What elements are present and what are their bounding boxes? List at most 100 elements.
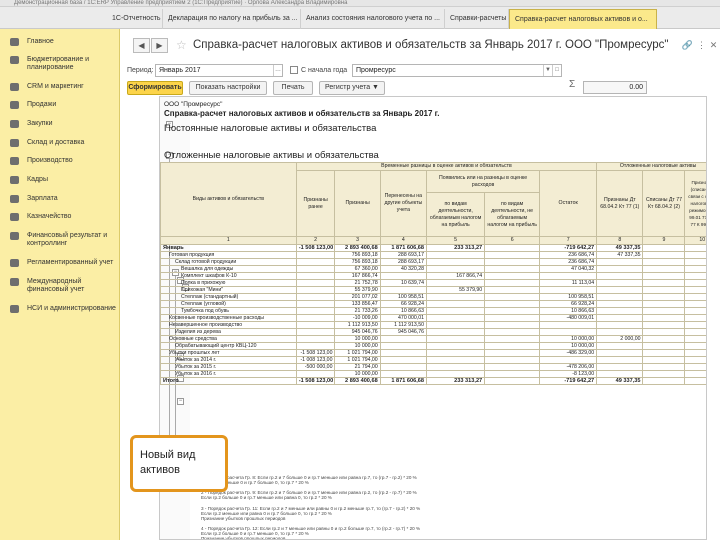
header-recognized: Признаны [334, 170, 381, 237]
cell-value [684, 286, 706, 294]
tab-calculations[interactable]: Справки-расчеты [445, 9, 509, 29]
header-recognized-earlier: Признаны ранее [295, 170, 336, 237]
print-button[interactable]: Печать [273, 81, 313, 95]
cell-value: 55 379,90 [426, 286, 486, 294]
production-icon [10, 157, 19, 165]
cell-value [484, 258, 541, 266]
period-label: Период: [127, 67, 154, 74]
register-button[interactable]: Регистр учета ▼ [319, 81, 385, 95]
generate-button[interactable]: Сформировать [127, 81, 183, 95]
sidebar-item-label: Зарплата [27, 195, 58, 202]
cell-value [684, 321, 706, 329]
table-row[interactable]: Косвенные производственные расходы -10 00… [160, 314, 706, 322]
cell-value [596, 370, 644, 378]
cell-value [295, 321, 336, 329]
register-button-label: Регистр учета [325, 84, 371, 91]
cell-value [642, 335, 686, 343]
cell-value [426, 363, 486, 371]
cell-value: 2 000,00 [596, 335, 644, 343]
table-row[interactable]: Основные средства 10 000,00 10 000,00 2 000… [160, 335, 706, 343]
table-row[interactable]: Незавершенное производство 1 112 913,50 1 … [160, 321, 706, 329]
header-taxable: по видам деятельности, облагаемым налого… [426, 192, 486, 237]
table-row[interactable]: Вешалка для одежды 67 360,00 40 320,28 47 0… [160, 265, 706, 273]
tab-reporting[interactable]: 1С-Отчетность [107, 9, 163, 29]
col-num: 3 [334, 236, 381, 245]
sidebar-item-label: НСИ и администрирование [27, 305, 116, 312]
cell-value: 2 893 400,68 [334, 377, 381, 385]
col-num: 5 [426, 236, 486, 245]
cell-value [484, 244, 541, 252]
chevron-down-icon[interactable]: ▼ [543, 65, 552, 76]
table-row[interactable]: Убыток за 2016 г. 10 000,00 -8 123,00 [160, 370, 706, 378]
forward-button[interactable]: ▶ [151, 38, 168, 53]
cell-value: -480 009,01 [539, 314, 598, 322]
table-row[interactable]: Итого -1 508 123,00 2 893 400,68 1 871 606,… [160, 377, 706, 385]
cell-value [379, 370, 428, 378]
cell-value [484, 377, 541, 385]
table-row[interactable]: Обрабатывающий центр КВЦ-120 10 000,00 10 … [160, 342, 706, 350]
show-settings-button[interactable]: Показать настройки [189, 81, 267, 95]
cell-value [596, 349, 644, 357]
cell-value [642, 349, 686, 357]
table-row[interactable]: Комплект шкафов К-10 167 866,74 167 866,74 [160, 272, 706, 280]
table-row[interactable]: Январь -1 508 123,00 2 893 400,68 1 871 606… [160, 244, 706, 252]
report-spreadsheet[interactable]: − − − − − − − − ООО "Промресурс" Справка… [159, 96, 707, 540]
link-icon[interactable]: 🔗 [681, 38, 694, 52]
organization-field[interactable]: Промресурс ▼ □ [352, 64, 562, 77]
cell-value: 10 639,74 [379, 279, 428, 287]
cell-value [426, 265, 486, 273]
chart-icon [10, 232, 19, 240]
table-row[interactable]: Убытки прошлых лет -1 508 123,00 1 021 794… [160, 349, 706, 357]
cell-value [295, 265, 336, 273]
table-row[interactable]: Готовая продукция 756 893,18 288 693,17 236… [160, 251, 706, 259]
cell-value [642, 328, 686, 336]
col-num: 4 [379, 236, 428, 245]
header-special-regime: Признаны (списаны в связи с спец. налого… [684, 170, 706, 237]
cell-value [484, 328, 541, 336]
cell-value [684, 300, 706, 308]
cell-value [684, 251, 706, 259]
globe-icon [10, 278, 19, 286]
cell-value [484, 286, 541, 294]
cell-value: -486 329,00 [539, 349, 598, 357]
tab-bar-blank [0, 7, 105, 29]
table-row[interactable]: Стеллаж (стандартный) 201 077,02 100 958,5… [160, 293, 706, 301]
cell-value [484, 370, 541, 378]
table-row[interactable]: Стеллаж (угловой) 133 856,47 66 928,24 66 9… [160, 300, 706, 308]
row-label: Склад готовой продукции [160, 258, 297, 266]
ellipsis-icon[interactable]: … [273, 65, 282, 76]
cell-value: 10 000,00 [334, 342, 381, 350]
close-icon[interactable]: ✕ [707, 38, 720, 52]
tab-tax-accounting-analysis[interactable]: Анализ состояния налогового учета по ... [301, 9, 445, 29]
table-row[interactable]: Убыток за 2014 г. -1 008 123,00 1 021 794,… [160, 356, 706, 364]
people-icon [10, 176, 19, 184]
open-icon[interactable]: □ [552, 65, 561, 76]
tab-tax-assets-report[interactable]: Справка-расчет налоговых активов и о... [509, 9, 657, 29]
cell-value [426, 356, 486, 364]
table-row[interactable]: Тумбочка под обувь 21 733,26 10 866,63 10 8… [160, 307, 706, 315]
from-year-checkbox[interactable] [290, 66, 298, 74]
table-row[interactable]: Убыток за 2015 г. -500 000,00 21 794,00 -47… [160, 363, 706, 371]
accounting-icon [10, 259, 19, 267]
header-rec-dt: Признаны Дт 68.04.2 Кт 77 (1) [596, 170, 644, 237]
report-organization: ООО "Промресурс" [164, 101, 223, 108]
cell-value [295, 279, 336, 287]
back-button[interactable]: ◀ [133, 38, 150, 53]
table-row[interactable]: Склад готовой продукции 756 893,18 288 693… [160, 258, 706, 266]
period-field[interactable]: Январь 2017… [155, 64, 283, 77]
cell-value [426, 251, 486, 259]
cell-value [596, 307, 644, 315]
table-row[interactable]: Полка в прихожую 21 752,78 10 639,74 11 113… [160, 279, 706, 287]
cell-value [484, 321, 541, 329]
cell-value [642, 356, 686, 364]
tab-profit-tax-declaration[interactable]: Декларация по налогу на прибыль за ... [163, 9, 301, 29]
cell-value: 40 320,28 [379, 265, 428, 273]
cell-value [539, 356, 598, 364]
table-row[interactable]: Изделия из дерева 945 046,76 945 046,76 [160, 328, 706, 336]
favorite-star-icon[interactable]: ☆ [176, 38, 187, 52]
cell-value [295, 335, 336, 343]
collapse-icon[interactable]: − [177, 398, 184, 405]
table-row[interactable]: Прихожая "Мини" 55 379,90 55 379,90 [160, 286, 706, 294]
col-num: 9 [642, 236, 686, 245]
cell-value [684, 258, 706, 266]
